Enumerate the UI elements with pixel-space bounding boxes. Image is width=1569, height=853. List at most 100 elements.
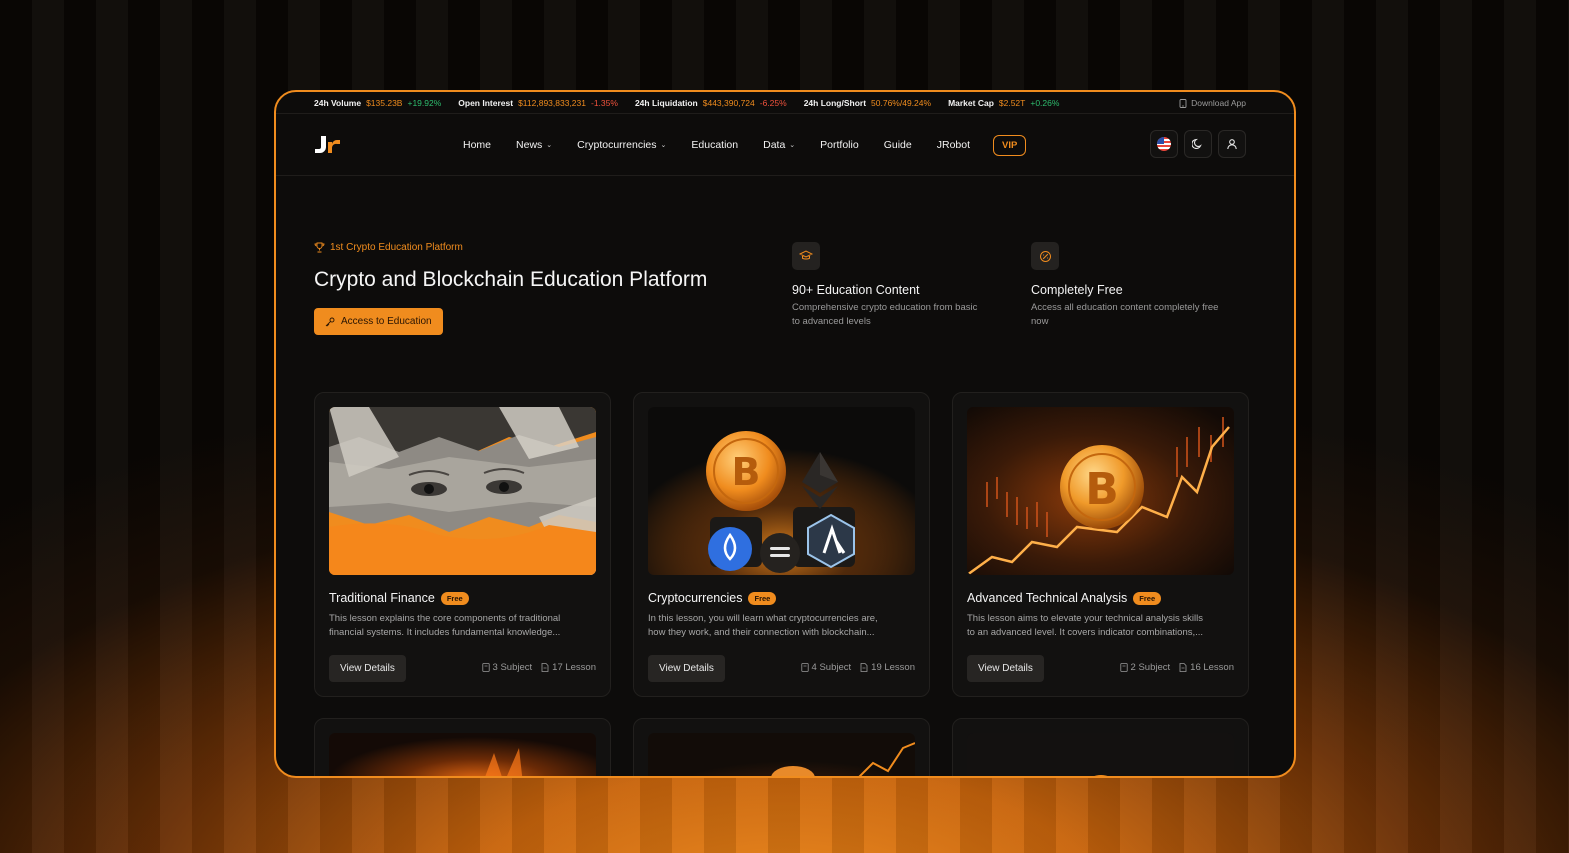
free-badge: Free bbox=[1133, 591, 1162, 605]
course-image-coins: B bbox=[648, 407, 915, 575]
card-title-row: Cryptocurrencies Free bbox=[648, 591, 777, 605]
app-window: 24h Volume $135.23B +19.92% Open Interes… bbox=[274, 90, 1296, 778]
nav-education[interactable]: Education bbox=[691, 139, 738, 151]
nav-links: Home News ⌄ Cryptocurrencies ⌄ Education D… bbox=[463, 114, 1027, 176]
subject-count: 4 Subject bbox=[800, 662, 852, 673]
lesson-count: 17 Lesson bbox=[541, 662, 596, 673]
feature-desc-line: Comprehensive crypto education from basi… bbox=[792, 302, 978, 313]
feature-desc-line: to advanced levels bbox=[792, 316, 871, 327]
ticker-value: $135.23B bbox=[366, 97, 403, 108]
card-title-row: Traditional Finance Free bbox=[329, 591, 469, 605]
card-title: Cryptocurrencies bbox=[648, 591, 743, 605]
nav-jrobot-label: JRobot bbox=[936, 139, 971, 151]
card-meta: 4 Subject 19 Lesson bbox=[800, 662, 915, 673]
nav-cryptocurrencies-label: Cryptocurrencies bbox=[577, 139, 657, 151]
theme-toggle-button[interactable] bbox=[1184, 130, 1212, 158]
market-ticker: 24h Volume $135.23B +19.92% Open Interes… bbox=[276, 92, 1294, 114]
course-card-cryptocurrencies[interactable]: B Cryptocurrencies Free In this lesson, … bbox=[633, 392, 930, 697]
book-icon bbox=[1119, 663, 1128, 672]
course-image-partial bbox=[648, 733, 915, 776]
book-icon bbox=[481, 663, 490, 672]
profile-button[interactable] bbox=[1218, 130, 1246, 158]
nav-home-label: Home bbox=[463, 139, 492, 151]
nav-portfolio-label: Portfolio bbox=[820, 139, 859, 151]
hero-badge: 1st Crypto Education Platform bbox=[314, 242, 463, 253]
course-card-partial[interactable] bbox=[633, 718, 930, 776]
chevron-down-icon: ⌄ bbox=[789, 142, 796, 149]
card-desc-line: In this lesson, you will learn what cryp… bbox=[648, 613, 878, 624]
ticker-label: 24h Liquidation bbox=[634, 97, 698, 108]
subject-count-label: 3 Subject bbox=[492, 662, 533, 673]
card-description: In this lesson, you will learn what cryp… bbox=[648, 612, 918, 640]
free-badge: Free bbox=[440, 591, 469, 605]
nav-education-label: Education bbox=[691, 139, 739, 151]
subject-count-label: 4 Subject bbox=[811, 662, 852, 673]
ticker-label: Market Cap bbox=[948, 97, 994, 108]
nav-data-label: Data bbox=[763, 139, 786, 151]
brand-logo[interactable] bbox=[314, 133, 342, 155]
view-details-button[interactable]: View Details bbox=[967, 655, 1044, 682]
subject-count: 3 Subject bbox=[481, 662, 533, 673]
ticker-change: -6.25% bbox=[759, 97, 787, 108]
feature-description: Comprehensive crypto education from basi… bbox=[792, 301, 1014, 329]
ticker-change: +0.26% bbox=[1030, 97, 1060, 108]
file-icon bbox=[860, 663, 868, 672]
ticker-change: -1.35% bbox=[591, 97, 618, 108]
course-card-partial[interactable] bbox=[314, 718, 611, 776]
access-education-button[interactable]: Access to Education bbox=[314, 308, 443, 335]
chevron-down-icon: ⌄ bbox=[546, 142, 553, 149]
svg-text:B: B bbox=[732, 450, 761, 494]
course-image-partial bbox=[967, 733, 1234, 776]
view-details-button[interactable]: View Details bbox=[648, 655, 725, 682]
lesson-count: 16 Lesson bbox=[1179, 662, 1234, 673]
course-card-advanced-technical-analysis[interactable]: B Advanced Technical Analysis Free This … bbox=[952, 392, 1249, 697]
file-icon bbox=[1179, 663, 1187, 672]
card-desc-line: This lesson explains the core components… bbox=[329, 613, 561, 624]
card-title: Traditional Finance bbox=[329, 591, 435, 605]
hero-badge-label: 1st Crypto Education Platform bbox=[330, 242, 463, 253]
feature-title: Completely Free bbox=[1031, 283, 1123, 297]
ticker-label: 24h Long/Short bbox=[803, 97, 867, 108]
nav-guide[interactable]: Guide bbox=[884, 139, 912, 151]
language-button[interactable] bbox=[1150, 130, 1178, 158]
card-meta: 2 Subject 16 Lesson bbox=[1119, 662, 1234, 673]
user-icon bbox=[1227, 139, 1237, 150]
nav-news[interactable]: News ⌄ bbox=[516, 139, 552, 151]
download-app-link[interactable]: Download App bbox=[1179, 92, 1246, 114]
lesson-count: 19 Lesson bbox=[860, 662, 915, 673]
nav-news-label: News bbox=[516, 139, 543, 151]
moon-icon bbox=[1192, 138, 1202, 150]
trophy-icon bbox=[314, 242, 325, 253]
key-icon bbox=[325, 317, 335, 326]
feature-education-content: 90+ Education Content Comprehensive cryp… bbox=[792, 242, 1014, 329]
lesson-count-label: 16 Lesson bbox=[1190, 662, 1234, 673]
ticker-change: +19.92% bbox=[407, 97, 442, 108]
view-details-button[interactable]: View Details bbox=[329, 655, 406, 682]
nav-home[interactable]: Home bbox=[463, 139, 491, 151]
nav-actions bbox=[1150, 130, 1246, 158]
page-title: Crypto and Blockchain Education Platform bbox=[314, 268, 708, 291]
card-description: This lesson aims to elevate your technic… bbox=[967, 612, 1237, 640]
us-flag-icon bbox=[1157, 137, 1171, 151]
download-app-label: Download App bbox=[1191, 98, 1246, 108]
file-icon bbox=[541, 663, 549, 672]
nav-portfolio[interactable]: Portfolio bbox=[820, 139, 859, 151]
course-image-bitcoin-chart: B bbox=[967, 407, 1234, 575]
course-image-money bbox=[329, 407, 596, 575]
course-image-partial bbox=[329, 733, 596, 776]
card-desc-line: This lesson aims to elevate your technic… bbox=[967, 613, 1204, 624]
access-education-label: Access to Education bbox=[341, 316, 432, 327]
course-card-partial[interactable] bbox=[952, 718, 1249, 776]
vip-button[interactable]: VIP bbox=[993, 134, 1027, 156]
nav-cryptocurrencies[interactable]: Cryptocurrencies ⌄ bbox=[577, 139, 666, 151]
free-badge-icon bbox=[1031, 242, 1059, 270]
card-desc-line: to an advanced level. It covers indicato… bbox=[967, 627, 1204, 638]
ticker-value: $112,893,833,231 bbox=[518, 97, 586, 108]
nav-guide-label: Guide bbox=[883, 139, 912, 151]
nav-jrobot[interactable]: JRobot bbox=[937, 139, 970, 151]
nav-data[interactable]: Data ⌄ bbox=[763, 139, 795, 151]
course-card-traditional-finance[interactable]: Traditional Finance Free This lesson exp… bbox=[314, 392, 611, 697]
card-description: This lesson explains the core components… bbox=[329, 612, 599, 640]
ticker-item-volume: 24h Volume $135.23B +19.92% bbox=[314, 98, 441, 108]
feature-title: 90+ Education Content bbox=[792, 283, 920, 297]
